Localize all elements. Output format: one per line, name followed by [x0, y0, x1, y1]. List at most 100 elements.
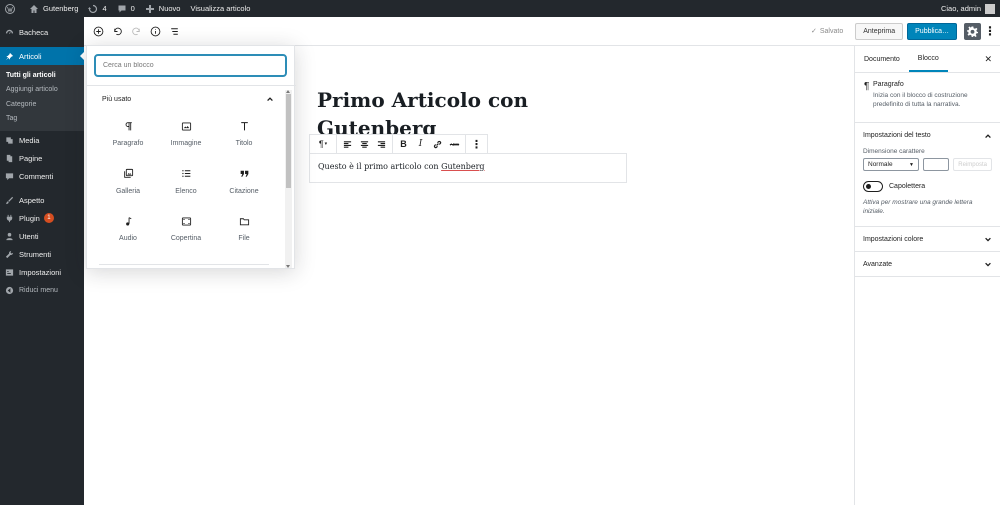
more-vertical-icon: ⋮: [471, 138, 482, 151]
wordpress-logo-menu[interactable]: [0, 0, 24, 17]
menu-item-tools[interactable]: Strumenti: [0, 245, 84, 263]
add-block-button[interactable]: [89, 22, 107, 40]
paragraph-text[interactable]: Questo è il primo articolo con Gutenberg: [318, 162, 485, 171]
submenu-categories[interactable]: Categorie: [0, 97, 84, 112]
most-used-title: Più usato: [102, 95, 132, 103]
color-settings-panel-toggle[interactable]: Impostazioni colore: [855, 227, 1000, 252]
block-item-paragraph[interactable]: Paragrafo: [99, 116, 157, 164]
scroll-up-arrow-icon[interactable]: [286, 90, 290, 93]
tab-block[interactable]: Blocco: [908, 46, 948, 72]
admin-menu: Bacheca Articoli Tutti gli articoli Aggi…: [0, 17, 84, 505]
cover-icon: [181, 216, 191, 226]
chevron-down-icon: [985, 262, 991, 267]
align-center-button[interactable]: [356, 136, 373, 153]
block-navigation-button[interactable]: [165, 22, 183, 40]
block-switcher-button[interactable]: ¶ ▾: [312, 136, 334, 153]
account-menu[interactable]: Ciao, admin: [936, 0, 1000, 17]
menu-item-users[interactable]: Utenti: [0, 227, 84, 245]
chevron-down-icon: [985, 237, 991, 242]
scrollbar-thumb[interactable]: [286, 94, 291, 188]
menu-label-collapse: Riduci menu: [19, 286, 58, 294]
menu-label-appearance: Aspetto: [19, 195, 45, 205]
custom-font-size-input[interactable]: [922, 158, 950, 171]
check-icon: ✓: [811, 28, 817, 35]
submenu-tags[interactable]: Tag: [0, 112, 84, 127]
block-toolbar: ¶ ▾ B I ABC ⋮: [309, 134, 488, 154]
block-item-file[interactable]: File: [215, 211, 273, 259]
list-icon: [181, 170, 190, 177]
link-button[interactable]: [429, 136, 446, 153]
block-item-image[interactable]: Immagine: [157, 116, 215, 164]
text-settings-title: Impostazioni del testo: [863, 132, 931, 139]
block-item-audio[interactable]: Audio: [99, 211, 157, 259]
inserter-scrollbar[interactable]: [285, 90, 292, 268]
strikethrough-button[interactable]: ABC: [446, 136, 463, 153]
submenu-add-post[interactable]: Aggiungi articolo: [0, 83, 84, 98]
menu-item-comments[interactable]: Commenti: [0, 167, 84, 185]
site-name-link[interactable]: Gutenberg: [24, 0, 83, 17]
text-settings-panel: Dimensione carattere Normale ▼ Reimposta…: [855, 148, 1000, 227]
publish-button[interactable]: Pubblica…: [907, 22, 957, 40]
block-item-cover[interactable]: Copertina: [157, 211, 215, 259]
gallery-icon: [123, 168, 133, 178]
italic-button[interactable]: I: [412, 136, 429, 153]
menu-item-posts[interactable]: Articoli: [0, 47, 84, 65]
paragraph-text-main: Questo è il primo articolo con: [318, 162, 442, 171]
scroll-down-arrow-icon[interactable]: [286, 265, 290, 268]
text-settings-panel-toggle[interactable]: Impostazioni del testo: [855, 123, 1000, 148]
heading-icon: [240, 121, 248, 130]
align-left-button[interactable]: [339, 136, 356, 153]
block-label: Immagine: [170, 140, 202, 147]
dropcap-help-text: Attiva per mostrare una grande lettera i…: [863, 199, 973, 215]
redo-button[interactable]: [127, 22, 145, 40]
tab-document[interactable]: Documento: [855, 46, 909, 72]
menu-item-media[interactable]: Media: [0, 131, 84, 149]
gear-icon: [967, 26, 978, 37]
block-item-gallery[interactable]: Galleria: [99, 164, 157, 212]
redo-icon: [131, 27, 140, 35]
dashboard-icon: [5, 29, 14, 34]
color-settings-title: Impostazioni colore: [863, 235, 924, 243]
comments-icon: [5, 172, 14, 180]
bold-button[interactable]: B: [395, 136, 412, 153]
font-size-value: Normale: [868, 161, 893, 168]
block-label: Titolo: [235, 140, 253, 147]
reset-font-size-button[interactable]: Reimposta: [953, 158, 992, 171]
close-sidebar-button[interactable]: ✕: [984, 54, 992, 65]
info-button[interactable]: [146, 22, 164, 40]
block-item-heading[interactable]: Titolo: [215, 116, 273, 164]
block-inserter-popover: Più usato Paragrafo Immagine Titolo Gall…: [86, 45, 296, 269]
dropcap-toggle[interactable]: [863, 181, 883, 192]
menu-item-pages[interactable]: Pagine: [0, 149, 84, 167]
menu-label-pages: Pagine: [19, 153, 43, 163]
settings-toggle-button[interactable]: [964, 22, 981, 40]
block-item-quote[interactable]: Citazione: [215, 164, 273, 212]
align-right-button[interactable]: [373, 136, 390, 153]
paragraph-block[interactable]: Questo è il primo articolo con Gutenberg: [309, 153, 627, 183]
file-icon: [239, 217, 249, 225]
advanced-panel-toggle[interactable]: Avanzate: [855, 252, 1000, 277]
block-search-input[interactable]: [94, 54, 287, 77]
block-item-list[interactable]: Elenco: [157, 164, 215, 212]
chevron-up-icon: [985, 133, 991, 138]
menu-item-appearance[interactable]: Aspetto: [0, 191, 84, 209]
menu-item-plugins[interactable]: Plugin 1: [0, 209, 84, 227]
dropdown-arrow-icon: ▾: [324, 141, 328, 147]
more-options-group: ⋮: [466, 135, 487, 154]
block-more-options-button[interactable]: ⋮: [468, 136, 485, 153]
info-icon: [150, 26, 160, 36]
undo-button[interactable]: [108, 22, 126, 40]
menu-item-settings[interactable]: Impostazioni: [0, 263, 84, 281]
view-post-link[interactable]: Visualizza articolo: [185, 0, 255, 17]
most-used-panel-toggle[interactable]: Più usato: [102, 93, 274, 105]
comments-link[interactable]: 0: [112, 0, 140, 17]
submenu-all-posts[interactable]: Tutti gli articoli: [0, 68, 84, 83]
updates-link[interactable]: 4: [83, 0, 111, 17]
menu-collapse-button[interactable]: Riduci menu: [0, 281, 84, 299]
menu-item-dashboard[interactable]: Bacheca: [0, 23, 84, 41]
font-size-select[interactable]: Normale ▼: [863, 158, 919, 171]
more-menu-button[interactable]: ⋮: [984, 23, 996, 40]
settings-sidebar: Documento Blocco ✕ ¶ Paragrafo Inizia co…: [854, 46, 1000, 505]
new-content-link[interactable]: Nuovo: [140, 0, 186, 17]
preview-button[interactable]: Anteprima: [855, 22, 904, 40]
